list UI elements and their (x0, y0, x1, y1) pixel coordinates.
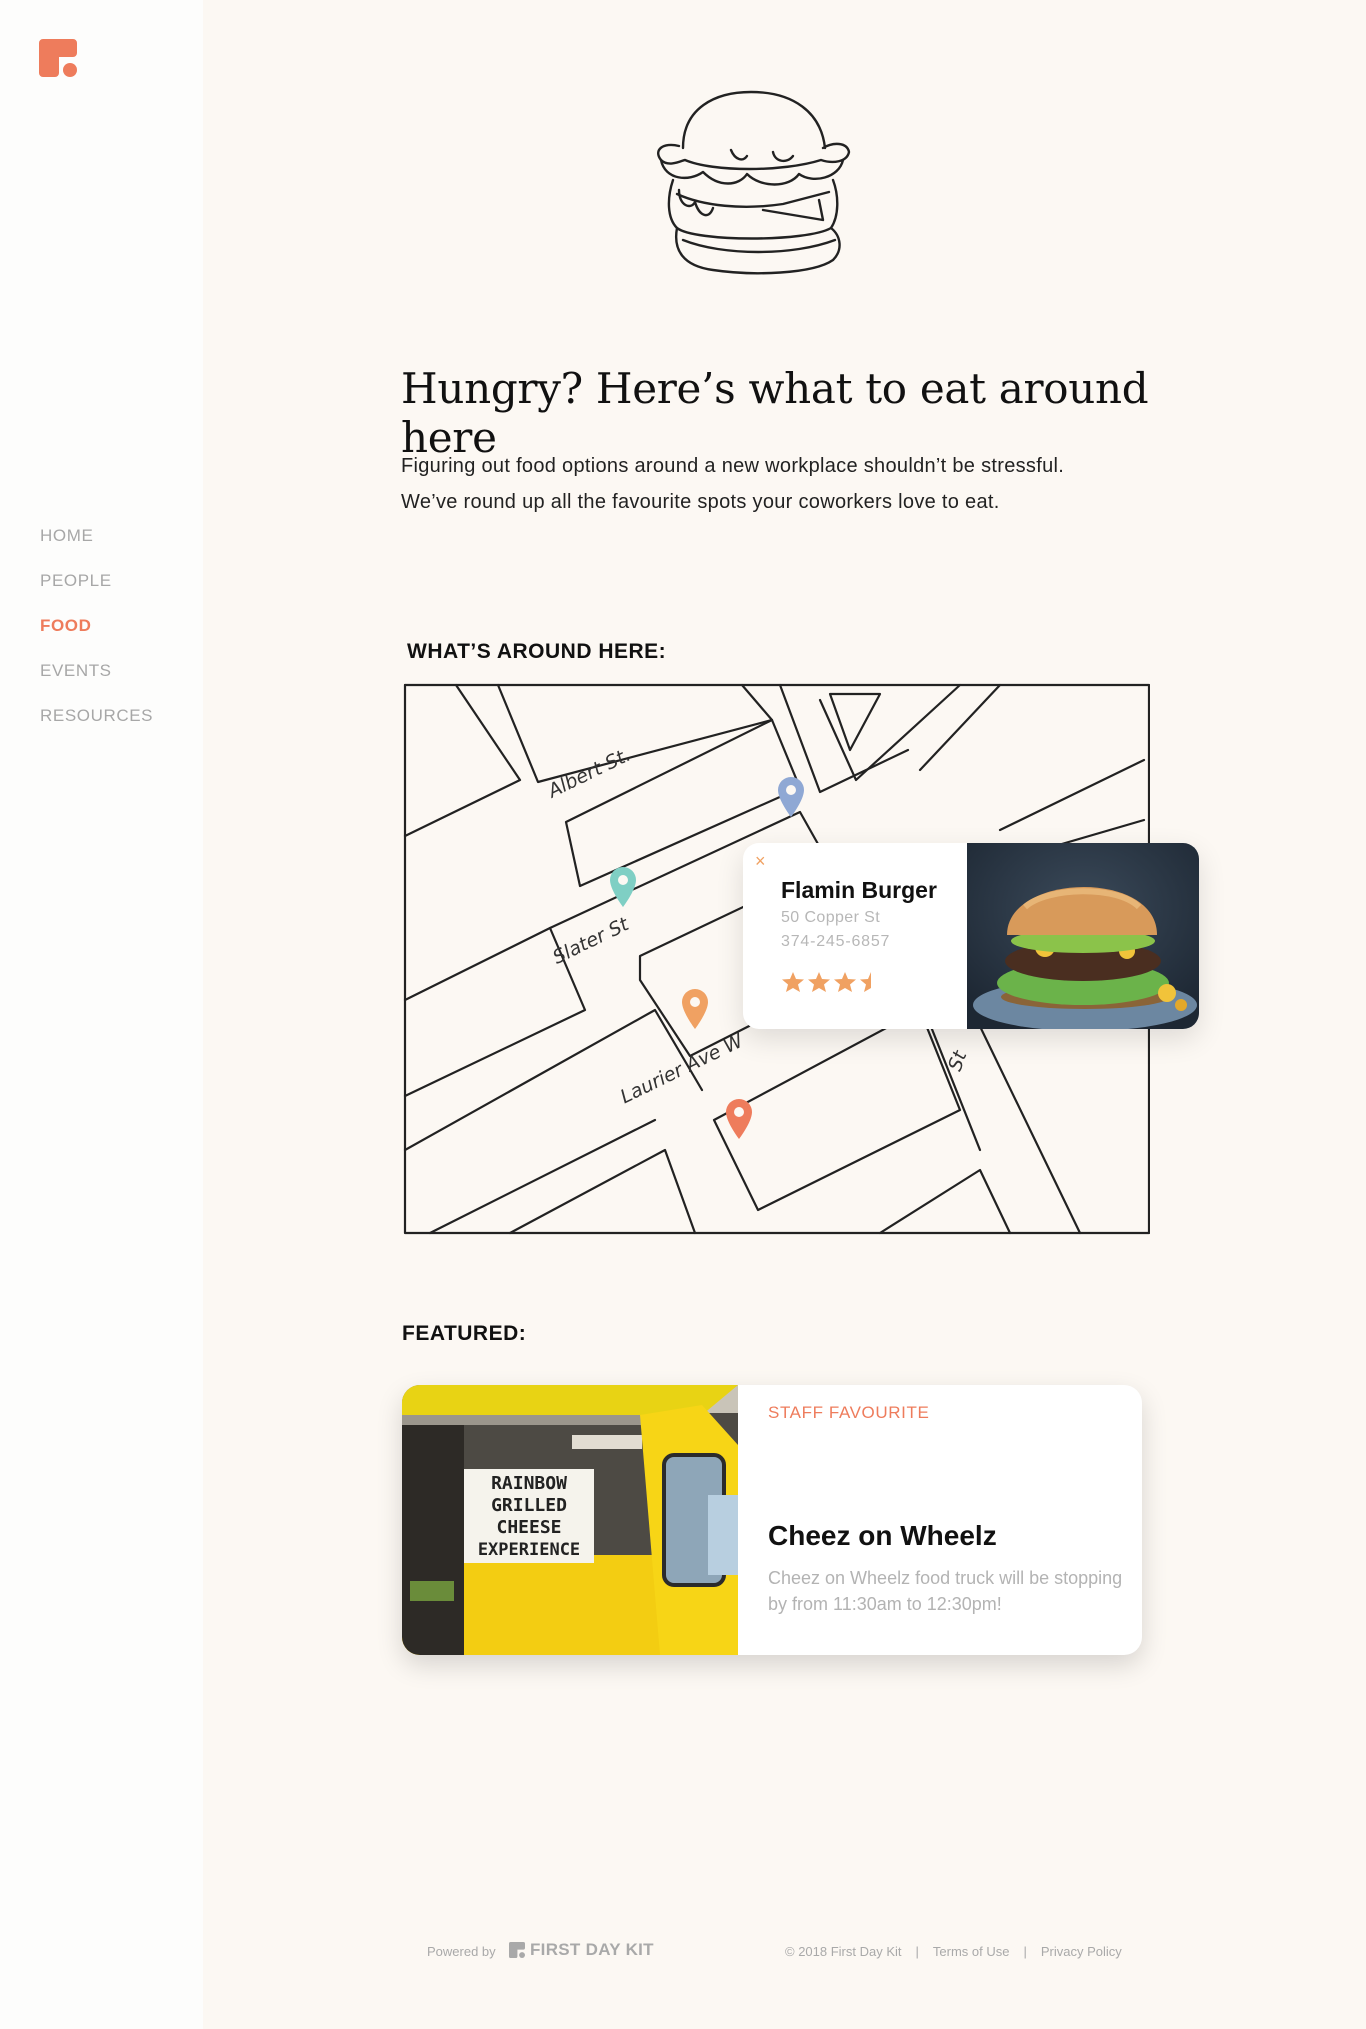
truck-sign-line-2: GRILLED (491, 1495, 567, 1516)
footer-separator: | (1023, 1944, 1027, 1959)
intro-line-2: We’ve round up all the favourite spots y… (401, 491, 1000, 513)
footer-brand[interactable]: FIRST DAY KIT (530, 1940, 654, 1960)
intro-line-1: Figuring out food options around a new w… (401, 455, 1065, 477)
powered-by-label: Powered by (427, 1944, 496, 1959)
featured-section-label: FEATURED: (402, 1322, 527, 1345)
restaurant-popup[interactable]: × Flamin Burger 50 Copper St 374-245-685… (743, 843, 1199, 1029)
food-truck-photo: RAINBOW GRILLED CHEESE EXPERIENCE (402, 1385, 738, 1655)
privacy-link[interactable]: Privacy Policy (1041, 1944, 1122, 1959)
sidebar: HOME PEOPLE FOOD EVENTS RESOURCES (0, 0, 203, 2029)
star-icon (834, 972, 856, 992)
featured-title: Cheez on Wheelz (768, 1520, 997, 1551)
half-star-icon (860, 972, 871, 992)
featured-description: Cheez on Wheelz food truck will be stopp… (768, 1568, 1123, 1614)
nav-item-events[interactable]: EVENTS (40, 660, 153, 705)
truck-sign-line-4: EXPERIENCE (478, 1540, 580, 1560)
nav-item-home[interactable]: HOME (40, 525, 153, 570)
nav-item-resources[interactable]: RESOURCES (40, 705, 153, 750)
footer-legal: © 2018 First Day Kit | Terms of Use | Pr… (785, 1944, 1122, 1959)
close-icon[interactable]: × (755, 851, 766, 872)
restaurant-address: 50 Copper St (781, 909, 881, 926)
map-pin-icon[interactable] (680, 988, 710, 1030)
staff-favourite-tag: STAFF FAVOURITE (768, 1403, 930, 1422)
truck-sign-line-3: CHEESE (496, 1517, 561, 1538)
star-rating (781, 971, 883, 993)
map-pin-icon[interactable] (608, 866, 638, 908)
restaurant-phone: 374-245-6857 (781, 933, 891, 950)
truck-sign-line-1: RAINBOW (491, 1473, 567, 1494)
main-nav: HOME PEOPLE FOOD EVENTS RESOURCES (40, 525, 153, 750)
map-pin-icon[interactable] (776, 776, 806, 818)
map-pin-icon[interactable] (724, 1098, 754, 1140)
burger-illustration (657, 90, 851, 275)
burger-photo (967, 843, 1199, 1029)
footer-logo-icon (509, 1942, 525, 1958)
restaurant-name: Flamin Burger (781, 877, 937, 903)
nav-item-people[interactable]: PEOPLE (40, 570, 153, 615)
map-section-label: WHAT’S AROUND HERE: (407, 640, 667, 663)
footer: Powered by FIRST DAY KIT © 2018 First Da… (0, 1940, 1366, 1964)
nav-item-food[interactable]: FOOD (40, 615, 153, 660)
star-icon (782, 972, 804, 992)
copyright-text: © 2018 First Day Kit (785, 1944, 902, 1959)
featured-card[interactable]: RAINBOW GRILLED CHEESE EXPERIENCE STAFF … (402, 1385, 1142, 1655)
intro-text: Figuring out food options around a new w… (401, 448, 1221, 520)
terms-link[interactable]: Terms of Use (933, 1944, 1010, 1959)
footer-separator: | (915, 1944, 919, 1959)
star-icon (808, 972, 830, 992)
first-day-kit-logo[interactable] (39, 39, 77, 77)
